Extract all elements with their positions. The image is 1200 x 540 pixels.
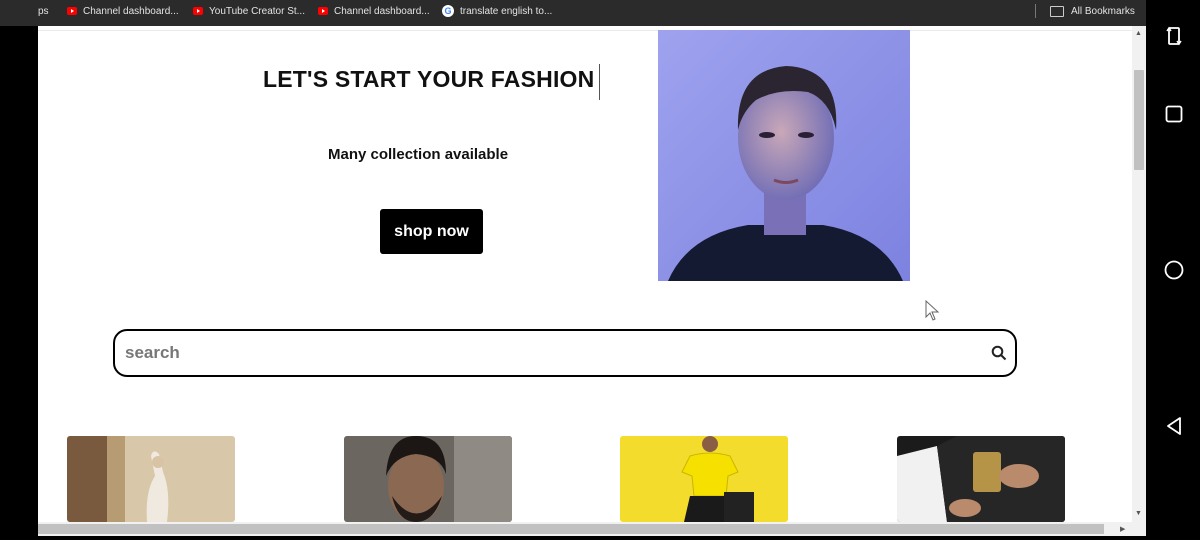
youtube-icon bbox=[67, 7, 77, 15]
hero-subtitle: Many collection available bbox=[328, 146, 509, 163]
home-icon[interactable] bbox=[1164, 260, 1184, 280]
hero-model-image bbox=[658, 30, 910, 281]
shop-now-button[interactable]: shop now bbox=[380, 209, 483, 254]
google-icon: G bbox=[442, 5, 454, 17]
bookmark-separator bbox=[1035, 4, 1036, 18]
scroll-right-icon[interactable]: ▶ bbox=[1120, 525, 1125, 533]
hero-title: LET'S START YOUR FASHION bbox=[263, 66, 595, 92]
divider bbox=[38, 30, 1132, 31]
recent-apps-icon[interactable] bbox=[1165, 105, 1183, 123]
scroll-down-icon[interactable]: ▼ bbox=[1135, 510, 1142, 517]
back-icon[interactable] bbox=[1165, 416, 1183, 436]
product-card-2[interactable] bbox=[344, 436, 512, 522]
rotate-screen-icon[interactable] bbox=[1166, 25, 1182, 47]
all-bookmarks-button[interactable]: All Bookmarks bbox=[1050, 0, 1135, 22]
yellow-shirt-man-photo bbox=[620, 436, 788, 522]
youtube-icon bbox=[193, 7, 203, 15]
bookmark-translate[interactable]: G translate english to... bbox=[442, 0, 552, 22]
product-card-3[interactable] bbox=[620, 436, 788, 522]
man-with-whiskey-photo bbox=[897, 436, 1065, 522]
woman-dancer-photo bbox=[67, 436, 235, 522]
search-input[interactable] bbox=[123, 338, 967, 368]
horizontal-scroll-thumb[interactable] bbox=[38, 524, 1104, 534]
web-page: LET'S START YOUR FASHION Many collection… bbox=[38, 26, 1132, 522]
vertical-scrollbar[interactable]: ▲ ▼ bbox=[1132, 26, 1146, 522]
search-bar bbox=[113, 329, 1017, 377]
text-cursor bbox=[599, 64, 600, 100]
bookmark-channel-dashboard-2[interactable]: Channel dashboard... bbox=[318, 0, 430, 22]
scroll-up-icon[interactable]: ▲ bbox=[1135, 30, 1142, 37]
youtube-icon bbox=[318, 7, 328, 15]
bookmark-apps[interactable]: ps bbox=[38, 0, 49, 22]
search-icon[interactable] bbox=[991, 345, 1007, 361]
product-card-4[interactable] bbox=[897, 436, 1065, 522]
bookmark-channel-dashboard-1[interactable]: Channel dashboard... bbox=[67, 0, 179, 22]
bearded-man-photo bbox=[344, 436, 512, 522]
bookmark-youtube-creator-studio[interactable]: YouTube Creator St... bbox=[193, 0, 305, 22]
bookmarks-bar: ps Channel dashboard... YouTube Creator … bbox=[0, 0, 1146, 26]
mouse-cursor-icon bbox=[925, 300, 940, 321]
folder-icon bbox=[1050, 5, 1064, 17]
product-card-1[interactable] bbox=[67, 436, 235, 522]
vertical-scroll-thumb[interactable] bbox=[1134, 70, 1144, 170]
android-navigation-bar bbox=[1146, 0, 1200, 540]
horizontal-scrollbar[interactable]: ▶ bbox=[38, 522, 1146, 536]
